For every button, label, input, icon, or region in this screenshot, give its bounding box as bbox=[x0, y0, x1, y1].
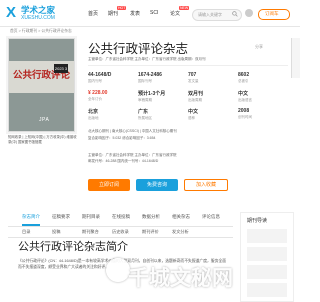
stat-key: 审稿周期 bbox=[138, 98, 152, 102]
stat-value: 中文 bbox=[188, 109, 199, 115]
search-icon[interactable] bbox=[232, 11, 238, 17]
stat-key: 国际刊号 bbox=[138, 79, 152, 83]
cart-button[interactable]: 订阅车 bbox=[258, 9, 290, 20]
indexing-info: 知网收录 | 上知网(中国) | 万方收录(中) 维普收录(中) 国家图书馆馆藏 bbox=[8, 135, 77, 144]
floating-toolbar[interactable] bbox=[291, 38, 300, 78]
share-link[interactable]: 分享 bbox=[255, 44, 263, 50]
journal-stats: 44-1648/D 国内刊号 1674-2486 国际刊号 707 发文量 86… bbox=[88, 65, 288, 126]
stat-item: 8602 总被引 bbox=[238, 72, 286, 84]
stat-item: 双月刊 出版周期 bbox=[188, 90, 236, 103]
consult-button[interactable]: 免费咨询 bbox=[136, 179, 178, 191]
subtab-item[interactable]: 投稿 bbox=[52, 229, 60, 235]
stat-item: 中文 语种 bbox=[188, 108, 236, 121]
stat-value: 预计1-3个月 bbox=[138, 91, 166, 97]
search-placeholder: 请输入关键字 bbox=[198, 12, 222, 17]
sidebar-item[interactable] bbox=[247, 247, 287, 261]
supervisor-line: 主管单位：广东省社会科学院 主办单位：广东省行政学院 bbox=[88, 153, 177, 157]
stat-item: 2008 创刊时间 bbox=[238, 108, 286, 120]
tab-online-submit[interactable]: 在线投稿 bbox=[112, 214, 130, 220]
cart-label: 订阅车 bbox=[265, 11, 279, 16]
stat-key: 所属地区 bbox=[138, 116, 152, 120]
site-logo[interactable]: X 学术之家 XUESHU.COM bbox=[6, 4, 58, 22]
logo-text-en: XUESHU.COM bbox=[21, 15, 55, 21]
breadcrumb: 首页 > 行政期刊 > 公共行政评论杂志 bbox=[10, 29, 72, 33]
stat-value: 双月刊 bbox=[188, 91, 204, 97]
sidebar: 期刊导读 bbox=[240, 212, 294, 302]
subscribe-button[interactable]: 立即订阅 bbox=[88, 179, 130, 191]
journal-cover: 公共行政评论 2023 3 JPA bbox=[8, 38, 75, 132]
nav-item-publish[interactable]: 发表 bbox=[130, 10, 140, 17]
favorite-button[interactable]: 加入收藏 bbox=[184, 179, 228, 191]
sidebar-item[interactable] bbox=[247, 283, 287, 297]
stat-key: 国内刊号 bbox=[88, 79, 102, 83]
section-title: 公共行政评论杂志简介 bbox=[18, 240, 128, 253]
nav-item-sci[interactable]: SCI bbox=[150, 10, 158, 16]
stat-key: 语种 bbox=[188, 116, 195, 120]
page-title: 公共行政评论杂志 bbox=[88, 41, 189, 56]
tab-comments[interactable]: 评论信息 bbox=[202, 214, 220, 220]
cover-issue-badge: 2023 3 bbox=[54, 64, 68, 73]
stat-key: 发文量 bbox=[188, 79, 199, 83]
stat-item: ¥ 228.00 全年订价 bbox=[88, 90, 136, 102]
subtab-item[interactable]: 期刊聚合 bbox=[82, 229, 99, 235]
subtab-item[interactable]: 目录 bbox=[22, 229, 30, 235]
journal-info-line: 主管单位：广东省社会科学院 主办单位：广东省行政学院 出版周期：双月刊 bbox=[88, 57, 206, 61]
subtab-item[interactable]: 期刊评价 bbox=[142, 229, 159, 235]
logo-text-cn: 学术之家 bbox=[21, 5, 56, 15]
tab-intro[interactable]: 杂志简介 bbox=[22, 214, 40, 220]
stat-key: 出版周期 bbox=[188, 98, 202, 102]
stat-value: 2008 bbox=[238, 108, 250, 114]
stat-value: 广东 bbox=[138, 109, 149, 115]
subtab-item[interactable]: 发文分析 bbox=[172, 229, 189, 235]
tab-analysis[interactable]: 数据分析 bbox=[142, 214, 160, 220]
impact-factor-line: 复合影响因子：5.032 综合影响因子：3.654 bbox=[88, 136, 156, 140]
subtab-item[interactable]: 历史收录 bbox=[112, 229, 129, 235]
stat-item: 预计1-3个月 审稿周期 bbox=[138, 90, 186, 103]
stat-key: 总被引 bbox=[238, 79, 249, 83]
logo-mark-icon: X bbox=[6, 4, 17, 21]
cover-foot-text: JPA bbox=[39, 117, 50, 123]
watermark-logo-icon bbox=[106, 258, 130, 282]
stat-key: 全年订价 bbox=[88, 97, 102, 101]
content-tabs: 杂志简介 征稿要求 期刊目录 在线投稿 数据分析 相关杂志 评论信息 bbox=[8, 212, 233, 227]
stat-value: 1674-2486 bbox=[138, 72, 162, 78]
stat-key: 创刊时间 bbox=[238, 115, 252, 119]
tab-related[interactable]: 相关杂志 bbox=[172, 214, 190, 220]
stat-item: 广东 所属地区 bbox=[138, 108, 186, 121]
nav-item-home[interactable]: 首页 bbox=[88, 10, 98, 17]
stat-value: 44-1648/D bbox=[88, 72, 112, 78]
nav-new-badge: NEW bbox=[179, 6, 190, 10]
stat-value: 中文 bbox=[238, 91, 249, 97]
sub-tabs: 目录 投稿 期刊聚合 历史收录 期刊评价 发文分析 bbox=[8, 226, 233, 238]
stat-key: 出版语言 bbox=[238, 98, 252, 102]
sidebar-item[interactable] bbox=[247, 229, 287, 243]
sidebar-item[interactable] bbox=[247, 265, 287, 279]
postal-code-line: 邮发代号：46-288 国内统一刊号：44-1648/D bbox=[88, 159, 159, 163]
stat-item: 北京 出版地 bbox=[88, 108, 136, 121]
search-input[interactable]: 请输入关键字 bbox=[192, 9, 242, 21]
tab-catalog[interactable]: 期刊目录 bbox=[82, 214, 100, 220]
stat-item: 44-1648/D 国内刊号 bbox=[88, 72, 136, 84]
core-tags: 北大核心期刊 | 南大核心(CSSCI) | 中国人文社科核心期刊 bbox=[88, 129, 177, 133]
watermark: 千城文秘网 bbox=[128, 266, 233, 290]
stat-item: 1674-2486 国际刊号 bbox=[138, 72, 186, 84]
stat-value: 707 bbox=[188, 72, 197, 78]
top-header: X 学术之家 XUESHU.COM 首页 期刊 HOT 发表 SCI 论文 NE… bbox=[0, 0, 300, 27]
nav-hot-badge: HOT bbox=[117, 6, 127, 10]
stat-item: 中文 出版语言 bbox=[238, 90, 286, 103]
nav-item-journals[interactable]: 期刊 bbox=[108, 10, 118, 17]
user-avatar-icon[interactable] bbox=[245, 9, 253, 17]
sidebar-title: 期刊导读 bbox=[247, 218, 268, 224]
nav-item-papers[interactable]: 论文 bbox=[170, 10, 180, 17]
tab-submission[interactable]: 征稿要求 bbox=[52, 214, 70, 220]
stat-item: 707 发文量 bbox=[188, 72, 236, 84]
stat-key: 出版地 bbox=[88, 116, 99, 120]
stat-value: 北京 bbox=[88, 109, 99, 115]
stat-value-price: ¥ 228.00 bbox=[88, 90, 108, 96]
stat-value: 8602 bbox=[238, 72, 250, 78]
